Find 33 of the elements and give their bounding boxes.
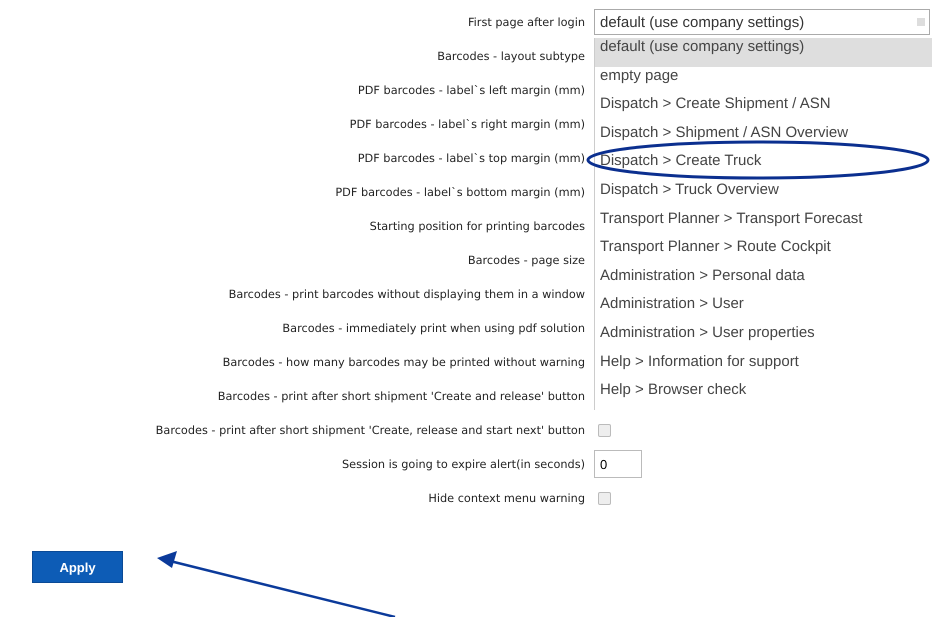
setting-label: Barcodes - page size bbox=[466, 254, 585, 266]
setting-label: PDF barcodes - label`s right margin (mm) bbox=[348, 118, 585, 130]
setting-label: Hide context menu warning bbox=[427, 492, 585, 504]
dropdown-option[interactable]: Transport Planner > Transport Forecast bbox=[595, 210, 932, 238]
dropdown-option[interactable]: Help > Information for support bbox=[595, 352, 932, 382]
dropdown-option[interactable]: Dispatch > Truck Overview bbox=[595, 180, 932, 210]
dropdown-option[interactable]: Dispatch > Create Shipment / ASN bbox=[595, 95, 932, 124]
setting-label: Barcodes - how many barcodes may be printed without warning bbox=[222, 356, 585, 368]
dropdown-option[interactable]: Transport Planner > Route Cockpit bbox=[595, 238, 932, 267]
page-select[interactable]: default (use company settings) bbox=[594, 9, 930, 35]
checkbox[interactable] bbox=[598, 424, 611, 436]
checkbox[interactable] bbox=[598, 492, 611, 504]
setting-label: PDF barcodes - label`s bottom margin (mm) bbox=[334, 186, 585, 198]
dropdown-option[interactable]: default (use company settings) bbox=[595, 38, 932, 67]
setting-label: PDF barcodes - label`s left margin (mm) bbox=[356, 84, 585, 96]
setting-label: Barcodes - print after short shipment 'Create, release and start next' button bbox=[154, 424, 585, 436]
seconds-field[interactable]: 0 bbox=[594, 450, 642, 478]
setting-label: Barcodes - immediately print when using pdf solution bbox=[281, 322, 585, 334]
setting-label: Barcodes - print barcodes without displaying them in a window bbox=[228, 288, 585, 300]
setting-label: First page after login bbox=[466, 16, 585, 28]
dropdown-option[interactable]: empty page bbox=[595, 66, 932, 96]
dropdown-option[interactable]: Administration > User properties bbox=[595, 324, 932, 353]
setting-label: Barcodes - layout subtype bbox=[436, 50, 585, 62]
apply-button[interactable]: Apply bbox=[32, 551, 123, 583]
setting-label: Session is going to expire alert(in seconds) bbox=[340, 458, 585, 470]
setting-label: Starting position for printing barcodes bbox=[368, 220, 585, 232]
setting-label: Barcodes - print after short shipment 'Create and release' button bbox=[216, 390, 585, 402]
setting-label: PDF barcodes - label`s top margin (mm) bbox=[356, 152, 585, 164]
dropdown-option[interactable]: Dispatch > Create Truck bbox=[595, 152, 932, 181]
dropdown-option[interactable]: Help > Browser check bbox=[595, 381, 932, 410]
dropdown-option[interactable]: Administration > User bbox=[595, 295, 932, 324]
dropdown-option[interactable]: Administration > Personal data bbox=[595, 266, 932, 296]
dropdown-option[interactable]: Dispatch > Shipment / ASN Overview bbox=[595, 124, 932, 152]
